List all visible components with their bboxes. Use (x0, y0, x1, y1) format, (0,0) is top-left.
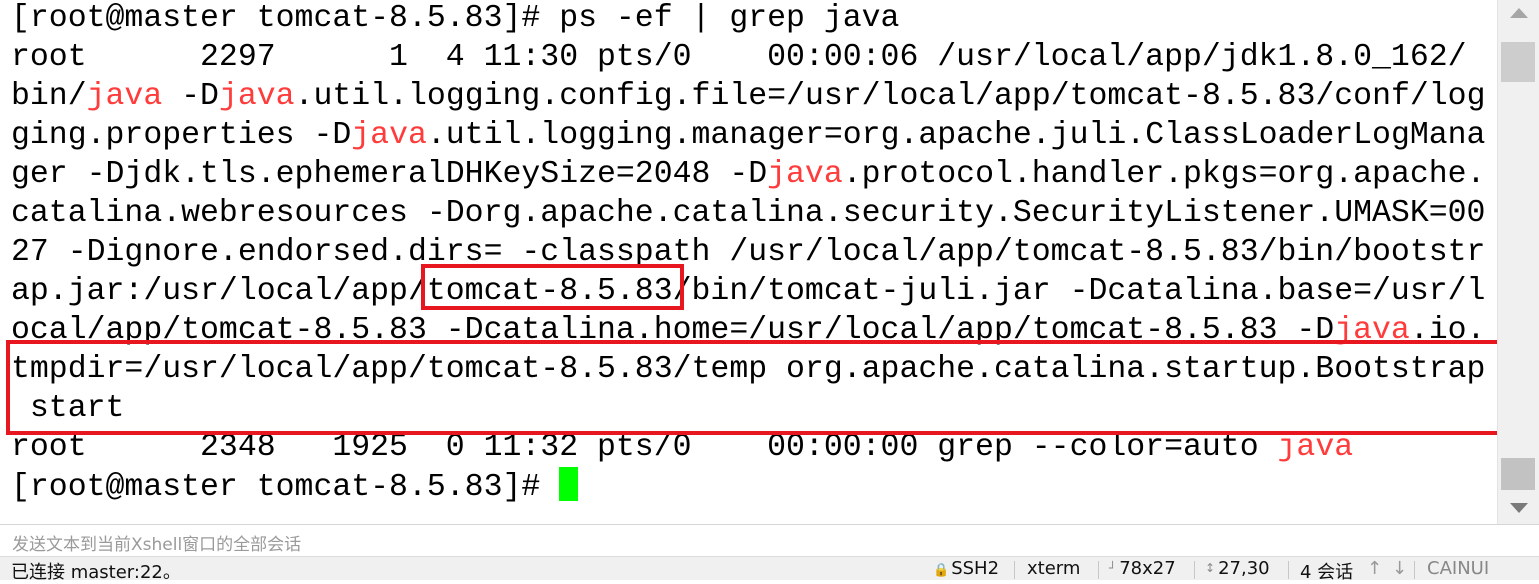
scroll-up-arrow-icon[interactable] (1510, 8, 1528, 18)
terminal-line: ger -Djdk.tls.ephemeralDHKeySize=2048 -D… (11, 155, 1485, 194)
scroll-down-arrow-icon[interactable] (1510, 503, 1528, 513)
terminal-text: root 2297 1 4 11:30 pts/0 00:00:06 /usr/… (11, 40, 1467, 75)
terminal-text: ger -Djdk.tls.ephemeralDHKeySize=2048 -D (11, 157, 768, 192)
grep-match-highlight: java (86, 79, 163, 114)
grep-match-highlight: java (767, 157, 843, 192)
annotation-box-tomcat-version (421, 264, 684, 310)
terminal-line: bin/java -Djava.util.logging.config.file… (11, 77, 1486, 116)
terminal-text: catalina.webresources -Dorg.apache.catal… (11, 196, 1486, 231)
terminal-text: bin/ (11, 79, 87, 114)
session-up-arrow-icon[interactable]: ↑ (1367, 558, 1382, 579)
terminal-text: 27 -Dignore.endorsed.dirs= -classpath /u… (11, 235, 1486, 270)
compose-bar-placeholder[interactable]: 发送文本到当前Xshell窗口的全部会话 (12, 530, 301, 555)
cursor-position-icon: ↕ (1205, 561, 1216, 575)
terminal-output[interactable]: [root@master tomcat-8.5.83]# ps -ef | gr… (0, 0, 1497, 524)
status-cursor-pos: ↕ 27,30 (1205, 558, 1270, 579)
terminal-line: 27 -Dignore.endorsed.dirs= -classpath /u… (11, 233, 1485, 272)
annotation-box-tmpdir-start (6, 340, 1506, 435)
terminal-text: [root@master tomcat-8.5.83]# ps -ef | gr… (11, 1, 900, 36)
scrollbar-position-thumb[interactable] (1501, 458, 1535, 490)
status-divider (1098, 561, 1099, 579)
terminal-text: .util.logging.manager=org.apache.juli.Cl… (426, 118, 1486, 153)
status-connection: 已连接 master:22。 (11, 562, 181, 583)
status-terminal-type: xterm (1027, 558, 1081, 579)
terminal-line: [root@master tomcat-8.5.83]# ps -ef | gr… (11, 0, 899, 38)
grep-match-highlight: java (351, 118, 427, 153)
status-divider (1288, 561, 1289, 579)
status-caps: CAINUI (1427, 558, 1490, 579)
resize-arrows-icon: ┘ (1109, 561, 1117, 575)
terminal-text: .protocol.handler.pkgs=org.apache. (842, 157, 1486, 192)
terminal-line: ging.properties -Djava.util.logging.mana… (11, 116, 1485, 155)
status-size: ┘ 78x27 (1109, 558, 1176, 579)
status-protocol-label: SSH2 (951, 558, 1000, 579)
terminal-text: -D (162, 79, 219, 114)
terminal-line: catalina.webresources -Dorg.apache.catal… (11, 194, 1485, 233)
status-cursor-pos-label: 27,30 (1218, 558, 1270, 579)
compose-bar[interactable]: 发送文本到当前Xshell窗口的全部会话 (0, 524, 1539, 556)
status-divider (1414, 561, 1415, 579)
status-bar: 已连接 master:22。 🔒 SSH2 xterm ┘ 78x27 ↕ 27,30… (0, 556, 1539, 583)
grep-match-highlight: java (218, 79, 295, 114)
terminal-text: ging.properties -D (11, 118, 352, 153)
text-cursor (559, 467, 579, 501)
grep-match-highlight: java (1277, 430, 1354, 465)
status-sessions: 4 会话 (1300, 562, 1354, 583)
scrollbar-thumb[interactable] (1501, 42, 1535, 82)
status-protocol: 🔒 SSH2 (933, 558, 999, 579)
status-size-label: 78x27 (1119, 558, 1176, 579)
terminal-line: [root@master tomcat-8.5.83]# (11, 467, 579, 506)
session-down-arrow-icon[interactable]: ↓ (1392, 558, 1407, 579)
terminal-text: ap.jar:/usr/local/app/tomcat-8.5.83/bin/… (11, 274, 1486, 309)
status-divider (1194, 561, 1195, 579)
lock-icon: 🔒 (933, 563, 950, 578)
status-divider (1014, 561, 1015, 579)
terminal-line: root 2297 1 4 11:30 pts/0 00:00:06 /usr/… (11, 38, 1467, 77)
terminal-text: root 2348 1925 0 11:32 pts/0 00:00:00 gr… (11, 430, 1278, 465)
terminal-text: .util.logging.config.file=/usr/local/app… (294, 79, 1486, 114)
terminal-line: ap.jar:/usr/local/app/tomcat-8.5.83/bin/… (11, 272, 1485, 311)
terminal-text: [root@master tomcat-8.5.83]# (11, 470, 560, 505)
vertical-scrollbar[interactable] (1497, 0, 1539, 524)
